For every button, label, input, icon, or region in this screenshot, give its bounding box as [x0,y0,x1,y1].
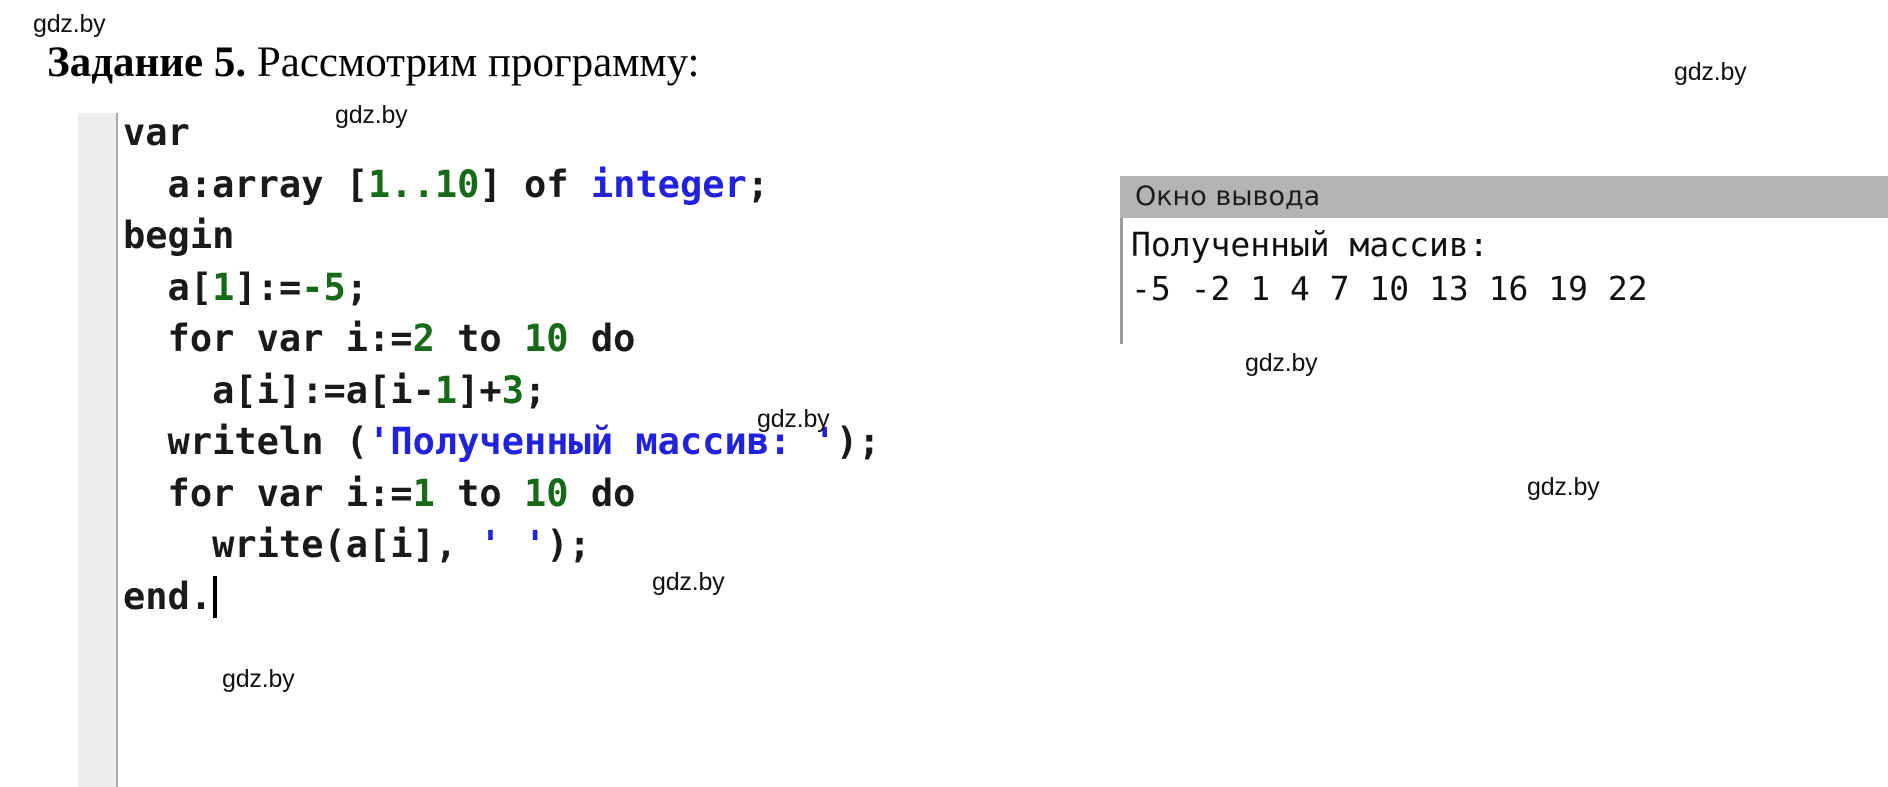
code-token: ]:= [234,265,302,309]
code-token: for var i:= [123,471,413,515]
watermark-gdz: gdz.by [1245,349,1318,377]
text-caret [213,575,218,618]
code-token: 1 [434,368,458,412]
code-token: ; [746,162,770,206]
code-token: 1 [212,265,235,309]
code-line: for var i:=2 to 10 do [123,313,880,365]
code-token: integer [590,162,747,206]
code-line: write(a[i], ' '); [123,519,880,571]
code-token: do [568,317,636,360]
watermark-gdz: gdz.by [757,405,830,433]
watermark-gdz: gdz.by [652,568,725,596]
code-line: a[1]:=-5; [123,262,880,314]
code-token: ' ' [479,523,547,566]
code-token: ; [345,265,369,309]
watermark-gdz: gdz.by [335,101,408,129]
output-window-titlebar: Окно вывода [1120,176,1888,218]
code-token: ); [835,420,881,463]
code-line: for var i:=1 to 10 do [123,468,880,520]
code-token: a[ [123,265,213,309]
code-token: for var i:= [123,317,413,360]
task-number-label: Задание 5. [47,39,247,86]
code-line: end. [123,571,880,623]
code-token: 1 [412,471,435,515]
output-line: -5 -2 1 4 7 10 13 16 19 22 [1131,269,1648,308]
code-token: 10 [523,471,569,515]
code-token: 10 [523,317,569,360]
code-token: a[i]:=a[i- [123,368,435,412]
code-token: to [434,471,524,515]
code-token: -5 [301,265,346,309]
code-token: ; [524,368,547,412]
code-text-area[interactable]: var a:array [1..10] of integer; begin a[1… [123,107,880,622]
watermark-gdz: gdz.by [1674,58,1747,86]
output-window-title: Окно вывода [1135,181,1321,212]
watermark-gdz: gdz.by [33,10,106,38]
code-token: of [501,162,591,206]
code-token: ]+ [457,368,502,412]
watermark-gdz: gdz.by [1527,473,1600,501]
code-token: end. [123,574,213,618]
code-token: 10 [434,162,480,206]
code-token: write(a[i], [123,523,480,566]
code-token: var [123,111,190,154]
code-line: var [123,107,880,159]
code-token: writeln ( [123,420,369,463]
task-title-text: Рассмотрим программу: [246,39,700,86]
code-token: ] [479,162,502,206]
code-token: [ [345,162,369,206]
output-window-content: Полученный массив: -5 -2 1 4 7 10 13 16 1… [1120,218,1888,344]
code-token: 3 [501,368,524,412]
code-line: a:array [1..10] of integer; [123,159,880,211]
code-token: 2 [412,317,435,360]
output-line: Полученный массив: [1131,225,1489,264]
code-token: ); [546,523,591,566]
code-token: begin [123,214,235,257]
code-token: .. [390,162,435,206]
code-token: 1 [368,162,391,206]
watermark-gdz: gdz.by [222,665,295,693]
output-window: Окно вывода Полученный массив: -5 -2 1 4 … [1120,176,1888,344]
code-token: do [568,471,636,515]
code-line: begin [123,210,880,262]
editor-gutter [78,113,118,787]
code-token: to [434,317,524,360]
page-title: Задание 5. Рассмотрим программу: [47,40,699,85]
code-token: a:array [123,162,346,206]
